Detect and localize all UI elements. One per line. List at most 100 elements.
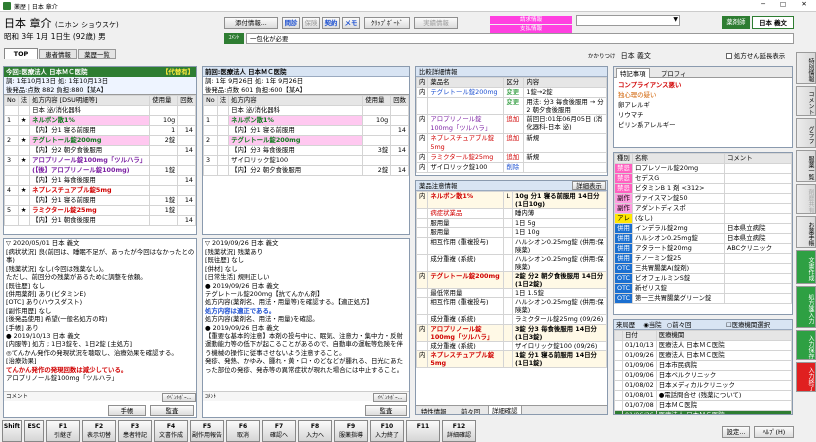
extend-checkbox[interactable]: 処方せん延長表示: [726, 51, 785, 60]
caution-row[interactable]: 内アロプリノール錠100mg「ツルハラ」 3錠 分3 毎食後服用 14日分 (1日…: [416, 323, 607, 342]
compare-row[interactable]: 内ネプレスチュアブル錠5mg 追加 新規: [416, 133, 607, 153]
visit-row[interactable]: 01/09/26 医療法人 日本ＭＣ医院: [614, 350, 792, 361]
fkey-f12[interactable]: F12 詳細確認: [442, 420, 476, 442]
caution-row[interactable]: 成分重複 (系統) ハルシオン0.25mg錠 (併用:保険薬): [416, 253, 607, 272]
compare-row[interactable]: 内アロプリノール錠100mg「ツルハラ」 追加 前回日:01年06月05日 (消化器…: [416, 114, 607, 134]
caution-row[interactable]: 内テグレトール錠200mg 2錠 分2 朝夕食後服用 14日分 (1日2錠): [416, 270, 607, 289]
minimize-button[interactable]: ─: [754, 0, 772, 8]
record-button[interactable]: 実績情報: [414, 17, 458, 29]
previous-event-button[interactable]: ｲﾍﾞﾝﾄﾎﾞｰ...: [373, 393, 407, 402]
cur-row[interactable]: 5 ★ ラミクタール錠25mg 1錠: [4, 205, 196, 216]
fkey-shift[interactable]: Shift: [2, 420, 22, 442]
right-tab-6[interactable]: 文書作成: [796, 250, 816, 284]
druglist-row[interactable]: OTC 第一三共胃腸薬グリーン錠: [614, 293, 792, 304]
visit-row[interactable]: 01/10/13 医療法人 日本ＭＣ医院: [614, 340, 792, 351]
insurance-button[interactable]: 保険: [302, 17, 320, 29]
druglist-row[interactable]: 禁忌 セデスG: [614, 173, 792, 184]
help-button[interactable]: ﾍﾙﾌﾟ(H): [754, 426, 794, 438]
fkey-f8[interactable]: F8 入力へ: [298, 420, 332, 442]
right-tab-9[interactable]: 入力終了: [796, 362, 816, 392]
fkey-f4[interactable]: F4 文書作成: [154, 420, 188, 442]
attach-info-button[interactable]: 添付情報...: [224, 17, 278, 29]
druglist-row[interactable]: OTC ビオフェルミンS錠: [614, 273, 792, 284]
tab-history-list[interactable]: 薬歴一覧: [78, 49, 116, 59]
status-dropdown[interactable]: ▼: [576, 15, 680, 26]
maximize-button[interactable]: □: [774, 0, 792, 8]
memo-button[interactable]: メモ: [342, 17, 360, 29]
detail-view-button[interactable]: 詳細表示: [572, 181, 606, 190]
fkey-f6[interactable]: F6 取消: [226, 420, 260, 442]
caution-row[interactable]: 成分重複 (系統) ラミクタール錠25mg (09/26): [416, 314, 607, 325]
right-tab-2[interactable]: グラフ: [796, 118, 816, 148]
druglist-row[interactable]: 併用 ハルシオン0.25mg錠 日本県立病院: [614, 233, 792, 244]
right-tab-8[interactable]: 入力保存: [796, 330, 816, 360]
cur-row[interactable]: 【内】分1 寝る前服用 1 14: [4, 125, 196, 136]
prev-row[interactable]: 日本 泌/消化器科: [203, 105, 409, 116]
compare-row[interactable]: 内ザイロリック錠100 削除: [416, 162, 607, 173]
caution-row[interactable]: 最低常用量 1日 1.5錠: [416, 287, 607, 298]
fkey-f7[interactable]: F7 確認へ: [262, 420, 296, 442]
clipboard-button[interactable]: ｸﾘｯﾌﾟﾎﾞｰﾄﾞ: [364, 17, 410, 29]
druglist-row[interactable]: アレ (なし): [614, 213, 792, 224]
cur-row[interactable]: 【内】分1 寝る前服用 1錠 14: [4, 195, 196, 206]
cur-row[interactable]: (【後】アロプリノール錠100mg) 1錠: [4, 165, 196, 176]
druglist-row[interactable]: 副作 アダントディスポ: [614, 203, 792, 214]
druglist-row[interactable]: OTC 三共胃腸薬A(錠剤): [614, 263, 792, 274]
cur-row[interactable]: 【内】分1 毎食後服用 14: [4, 175, 196, 186]
tab-special-info[interactable]: 特性情報: [418, 407, 450, 414]
druglist-row[interactable]: OTC 新ゼリス錠: [614, 283, 792, 294]
visit-row[interactable]: 01/08/02 日本メディカルクリニック: [614, 380, 792, 391]
consult-button[interactable]: 問診: [282, 17, 300, 29]
current-audit-button[interactable]: 監査: [150, 405, 194, 416]
caution-row[interactable]: 服用量 1日 5g: [416, 217, 607, 228]
right-tab-1[interactable]: コメント: [796, 86, 816, 116]
caution-row[interactable]: 成分重複 (系統) ザイロリック錠100 (09/26): [416, 340, 607, 351]
payment-alert[interactable]: 支払情報: [490, 25, 572, 33]
prev-row[interactable]: 1 ネルボン散1% 10g: [203, 115, 409, 126]
caution-row[interactable]: 相互作用 (重複投与) ハルシオン0.25mg錠 (併用:保険薬): [416, 297, 607, 315]
compare-row[interactable]: 変更 用法: 分3 毎食後服用 → 分2 朝夕食後服用: [416, 97, 607, 115]
prev-row[interactable]: 2 テグレトール錠200mg: [203, 135, 409, 146]
caution-row[interactable]: 病症状業品 睡内薄: [416, 208, 607, 219]
caution-row[interactable]: 内ネルボン散1% L 10g 分1 寝る前服用 14日分 (1日10g): [416, 191, 607, 209]
tab-top[interactable]: TOP: [4, 48, 38, 59]
cur-row[interactable]: 日本 泌/消化器科: [4, 105, 196, 116]
fkey-f3[interactable]: F3 患者特記: [118, 420, 152, 442]
druglist-row[interactable]: 副作 ヴァイスマン錠50: [614, 193, 792, 204]
tab-prev-prev[interactable]: 前々回: [458, 407, 483, 414]
tab-special-notes[interactable]: 特記事項: [616, 68, 650, 78]
right-tab-0[interactable]: 特別情報: [796, 52, 816, 84]
clinic-select-checkbox[interactable]: ☐医療機関選択: [726, 320, 770, 330]
previous-audit-button[interactable]: 監査: [365, 405, 407, 416]
settings-button[interactable]: 設定...: [722, 426, 750, 438]
druglist-row[interactable]: 併用 インデラル錠2mg 日本県立病院: [614, 223, 792, 234]
compare-row[interactable]: 内テグレトール錠200mg 変更 1錠→2錠: [416, 87, 607, 98]
compare-row[interactable]: 内ラミクタール錠25mg 追加 新規: [416, 152, 607, 163]
cur-row[interactable]: 2 ★ テグレトール錠200mg 2錠: [4, 135, 196, 146]
caution-row[interactable]: 服用量 1日 10g: [416, 227, 607, 238]
cur-row[interactable]: 4 ★ ネプレスチュアブル錠5mg: [4, 185, 196, 196]
visit-row[interactable]: 01/08/01 ●電話問合せ (残薬について): [614, 390, 792, 401]
visit-row[interactable]: 01/06/26 医療法人 日本ＭＣ医院: [614, 410, 792, 414]
techo-button[interactable]: 手帳: [108, 405, 146, 416]
right-tab-5[interactable]: お薬手帳: [796, 216, 816, 248]
tab-detail-confirm[interactable]: 詳細確認: [488, 406, 522, 414]
contract-button[interactable]: 契約: [322, 17, 340, 29]
tab-profile[interactable]: プロフィ: [658, 69, 689, 78]
prev-row[interactable]: 3 ザイロリック錠100: [203, 155, 409, 166]
druglist-row[interactable]: 禁忌 ビタミンB 1 剤 <312>: [614, 183, 792, 194]
prev-row[interactable]: 【内】分1 寝る前服用 14: [203, 125, 409, 136]
cur-row[interactable]: 1 ★ ネルボン散1% 10g: [4, 115, 196, 126]
cur-row[interactable]: 【内】分2 朝夕食後服用 14: [4, 145, 196, 156]
caution-row[interactable]: 相互作用 (重複投与) ハルシオン0.25mg錠 (併用:保険薬): [416, 236, 607, 255]
right-tab-3[interactable]: 服薬一覧: [796, 150, 816, 182]
visit-row[interactable]: 01/07/08 日本ＭＣ医院: [614, 400, 792, 411]
right-tab-7[interactable]: 処方箋入力: [796, 286, 816, 328]
cur-row[interactable]: 【内】分1 朝食後服用 14: [4, 215, 196, 226]
visit-row[interactable]: 01/09/06 日本ベルクリニック: [614, 370, 792, 381]
close-button[interactable]: ✕: [794, 0, 814, 8]
comment-field[interactable]: 一包化が必要: [246, 33, 794, 44]
prev-row[interactable]: 【内】分2 朝夕食後服用 2錠 14: [203, 165, 409, 176]
pharmacist-name[interactable]: 日本 義文: [752, 16, 794, 29]
caution-row[interactable]: 内ネプレスチュアブル錠5mg 1錠 分1 寝る前服用 14日分 (1日1錠): [416, 350, 607, 368]
